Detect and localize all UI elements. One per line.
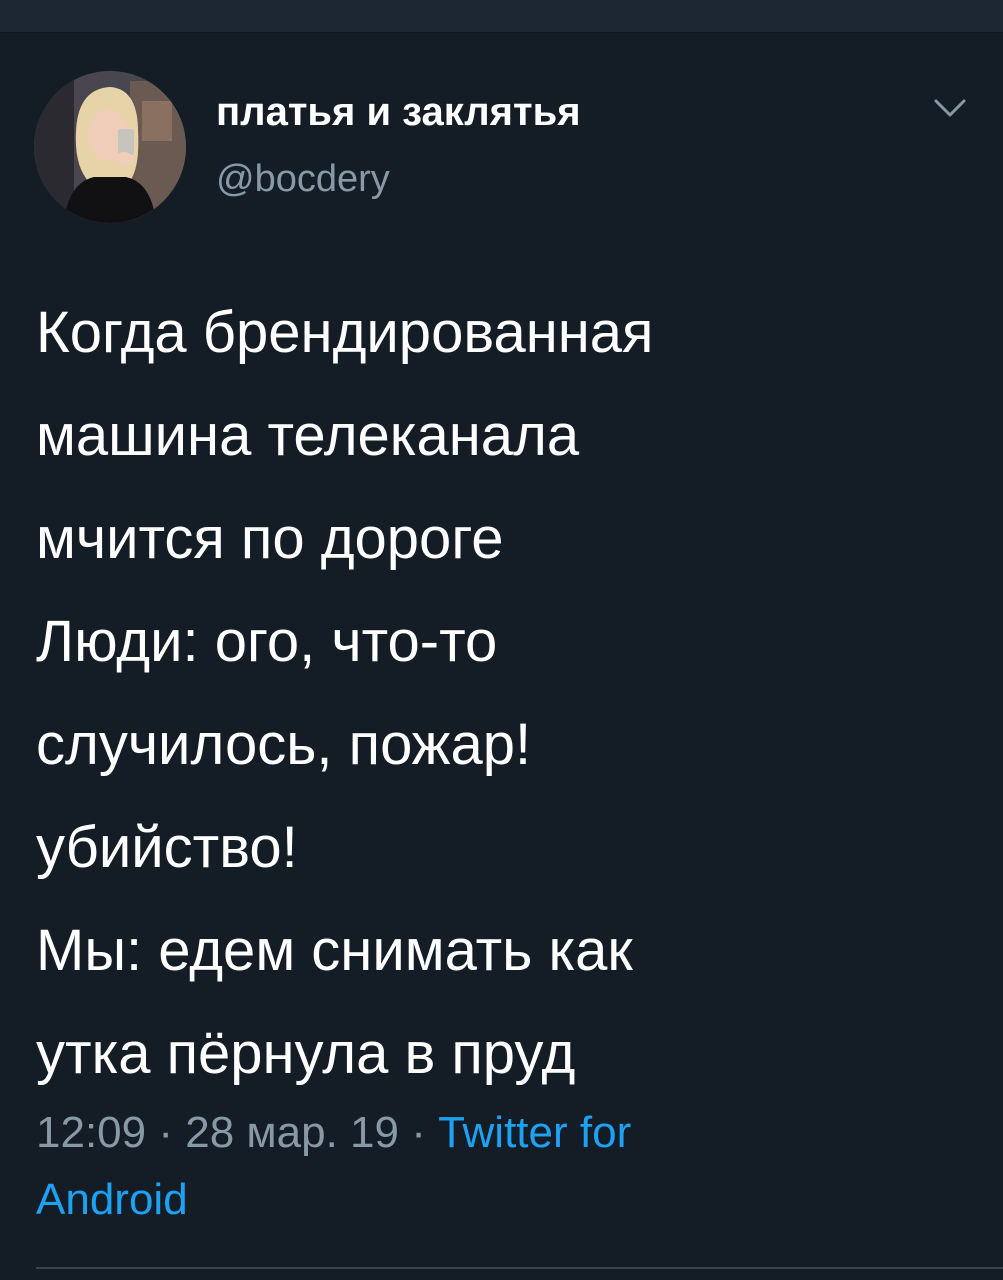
tweet-text-line: мчится по дороге	[36, 506, 504, 571]
avatar[interactable]	[34, 71, 186, 223]
tweet-text-line: Когда брендированная	[36, 300, 654, 365]
tweet-text-line: Мы: едем снимать как	[36, 918, 633, 983]
tweet-source-link[interactable]: Twitter for	[438, 1108, 631, 1157]
meta-separator: ·	[146, 1108, 186, 1157]
meta-separator: ·	[398, 1108, 439, 1157]
user-photo-avatar	[34, 71, 186, 223]
tweet-text-line: машина телеканала	[36, 403, 580, 468]
tweet-text-line: случилось, пожар!	[36, 712, 532, 777]
tweet-text-line: Люди: ого, что-то	[36, 609, 498, 674]
author-display-name[interactable]: платья и заклятья	[216, 89, 581, 135]
top-bar	[0, 0, 1003, 33]
tweet-text-line: утка пёрнула в пруд	[36, 1021, 576, 1086]
tweet-text: Когда брендированная машина телеканала м…	[36, 281, 966, 1105]
tweet-card[interactable]: платья и заклятья @bocdery Когда брендир…	[0, 33, 1003, 1280]
tweet-date: 28 мар. 19	[185, 1108, 399, 1157]
divider	[36, 1267, 1003, 1269]
tweet-source-link-cont[interactable]: Android	[36, 1175, 188, 1224]
author-handle[interactable]: @bocdery	[216, 157, 390, 201]
tweet-time: 12:09	[36, 1108, 147, 1157]
tweet-text-line: убийство!	[36, 815, 298, 880]
chevron-down-icon[interactable]	[932, 95, 968, 121]
tweet-meta: 12:09 · 28 мар. 19 · Twitter for Android	[36, 1099, 936, 1233]
